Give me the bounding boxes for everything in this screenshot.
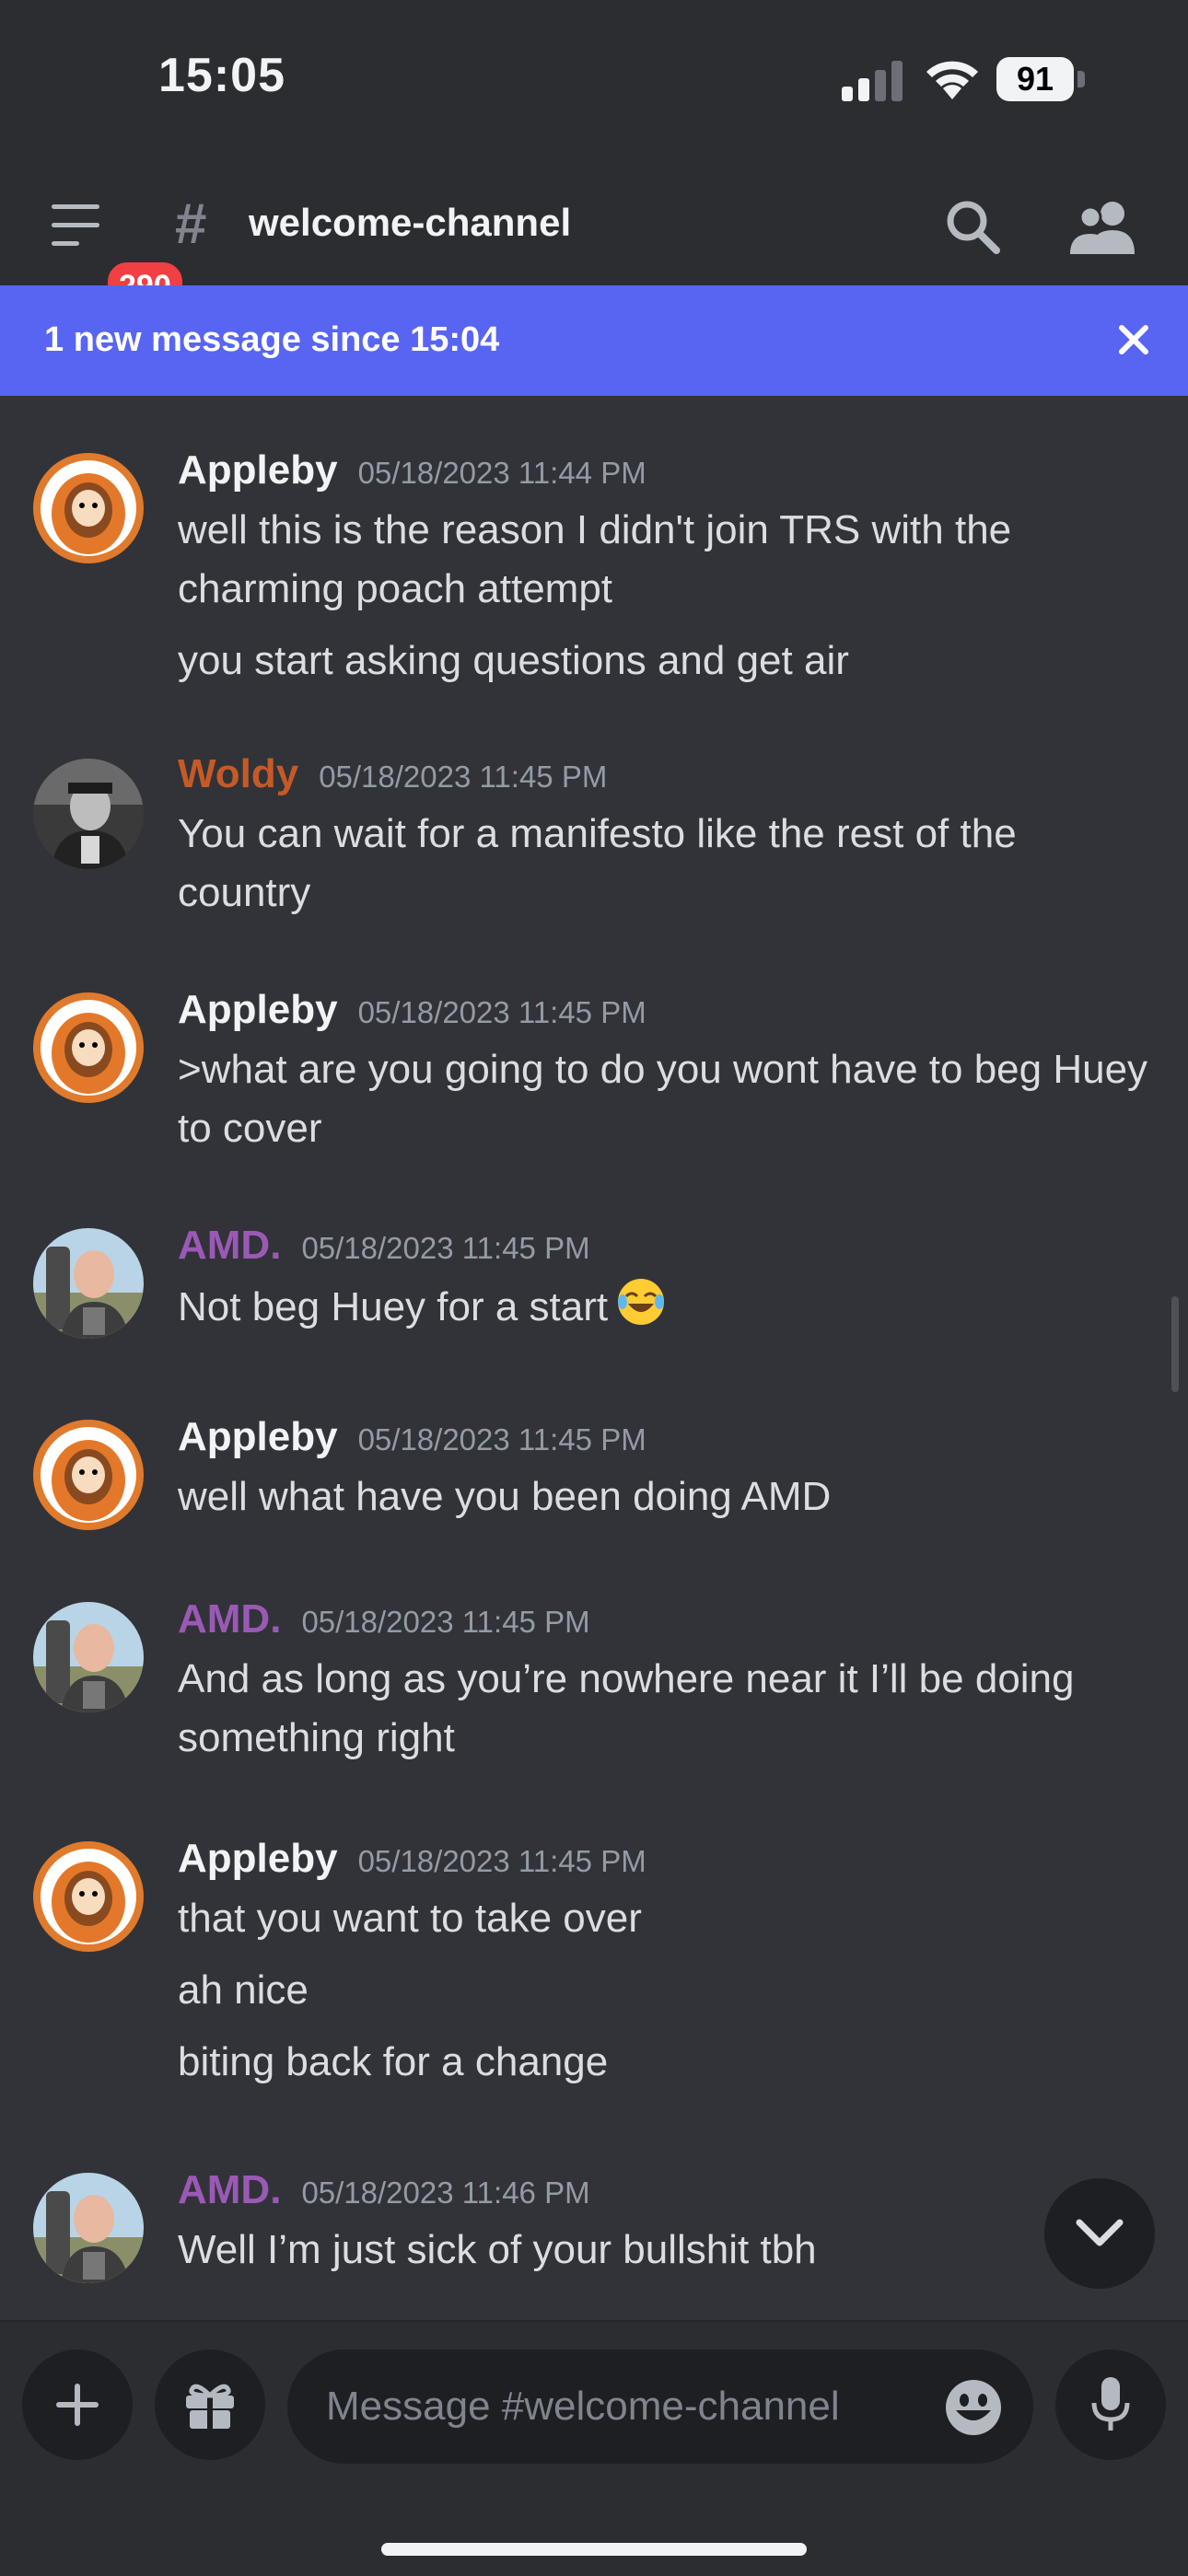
message-timestamp: 05/18/2023 11:45 PM — [301, 1231, 590, 1265]
new-message-banner[interactable]: 1 new message since 15:04 — [0, 285, 1188, 396]
message-text[interactable]: that you want to take over — [178, 1889, 1154, 1948]
message-header: AMD. 05/18/2023 11:46 PM — [178, 2167, 590, 2222]
emoji-icon[interactable] — [943, 2377, 1004, 2438]
laughing-emoji-icon[interactable] — [615, 1276, 667, 1328]
message-text[interactable]: well what have you been doing AMD — [178, 1468, 1154, 1526]
gift-icon — [186, 2384, 234, 2429]
message-text[interactable]: Well I’m just sick of your bullshit tbh — [178, 2221, 1154, 2280]
channel-title[interactable]: welcome-channel — [249, 201, 571, 245]
menu-button[interactable]: 290 — [46, 201, 187, 315]
avatar[interactable] — [33, 453, 144, 563]
message-text[interactable]: you start asking questions and get air — [178, 632, 1154, 690]
message-author[interactable]: AMD. — [178, 1223, 281, 1268]
message-timestamp: 05/18/2023 11:44 PM — [357, 456, 646, 490]
microphone-icon — [1091, 2377, 1130, 2431]
avatar[interactable] — [33, 992, 144, 1103]
message-timestamp: 05/18/2023 11:45 PM — [319, 760, 608, 794]
message-header: AMD. 05/18/2023 11:45 PM — [178, 1223, 590, 1278]
home-indicator — [381, 2543, 807, 2556]
message-header: Woldy 05/18/2023 11:45 PM — [178, 751, 607, 806]
avatar[interactable] — [33, 759, 144, 869]
attach-button[interactable] — [22, 2350, 133, 2460]
message-text[interactable]: Not beg Huey for a start — [178, 1284, 608, 1329]
message-author[interactable]: AMD. — [178, 1596, 281, 1642]
message-text[interactable]: And as long as you’re nowhere near it I’… — [178, 1650, 1154, 1768]
close-icon[interactable] — [1111, 317, 1157, 363]
message-author[interactable]: Appleby — [178, 447, 338, 493]
jump-to-present-button[interactable] — [1044, 2178, 1155, 2289]
message-header: AMD. 05/18/2023 11:45 PM — [178, 1596, 590, 1652]
message-timestamp: 05/18/2023 11:45 PM — [301, 1605, 590, 1639]
status-time: 15:05 — [158, 49, 285, 102]
status-bar: 15:05 91 — [0, 0, 1188, 157]
message-timestamp: 05/18/2023 11:45 PM — [357, 1422, 646, 1456]
cellular-signal-icon — [842, 61, 903, 101]
message-header: Appleby 05/18/2023 11:45 PM — [178, 1836, 646, 1891]
scrollbar[interactable] — [1171, 1296, 1179, 1392]
message-author[interactable]: AMD. — [178, 2167, 281, 2212]
message-author[interactable]: Appleby — [178, 1414, 338, 1459]
search-icon[interactable] — [941, 195, 1006, 260]
battery-level: 91 — [996, 57, 1074, 101]
voice-message-button[interactable] — [1055, 2350, 1166, 2460]
message-input[interactable] — [287, 2350, 1033, 2464]
channel-hash-icon: # — [175, 192, 207, 256]
message-text[interactable]: biting back for a change — [178, 2033, 1154, 2092]
message-text[interactable]: well this is the reason I didn't join TR… — [178, 501, 1154, 619]
channel-header: 290 # welcome-channel — [0, 157, 1188, 315]
message-composer — [0, 2320, 1188, 2576]
message-list[interactable]: Appleby 05/18/2023 11:44 PM well this is … — [0, 396, 1188, 2320]
message-header: Appleby 05/18/2023 11:44 PM — [178, 447, 646, 503]
avatar[interactable] — [33, 1841, 144, 1952]
message-author[interactable]: Appleby — [178, 987, 338, 1032]
message-text[interactable]: You can wait for a manifesto like the re… — [178, 805, 1154, 922]
avatar[interactable] — [33, 1228, 144, 1339]
plus-icon — [56, 2384, 99, 2426]
message-timestamp: 05/18/2023 11:46 PM — [301, 2176, 590, 2210]
chevron-down-icon — [1076, 2219, 1124, 2246]
gift-button[interactable] — [155, 2350, 265, 2460]
avatar[interactable] — [33, 1420, 144, 1530]
message-timestamp: 05/18/2023 11:45 PM — [357, 1844, 646, 1878]
members-icon[interactable] — [1068, 197, 1138, 258]
wifi-icon — [926, 61, 978, 99]
battery-icon: 91 — [996, 57, 1085, 101]
avatar[interactable] — [33, 2173, 144, 2283]
avatar[interactable] — [33, 1602, 144, 1712]
message-text[interactable]: >what are you going to do you wont have … — [178, 1040, 1154, 1158]
message-author[interactable]: Woldy — [178, 751, 298, 796]
message-header: Appleby 05/18/2023 11:45 PM — [178, 1414, 646, 1469]
message-header: Appleby 05/18/2023 11:45 PM — [178, 987, 646, 1042]
message-author[interactable]: Appleby — [178, 1836, 338, 1881]
message-timestamp: 05/18/2023 11:45 PM — [357, 995, 646, 1029]
new-message-banner-text: 1 new message since 15:04 — [44, 320, 500, 359]
message-text[interactable]: ah nice — [178, 1961, 1154, 2020]
